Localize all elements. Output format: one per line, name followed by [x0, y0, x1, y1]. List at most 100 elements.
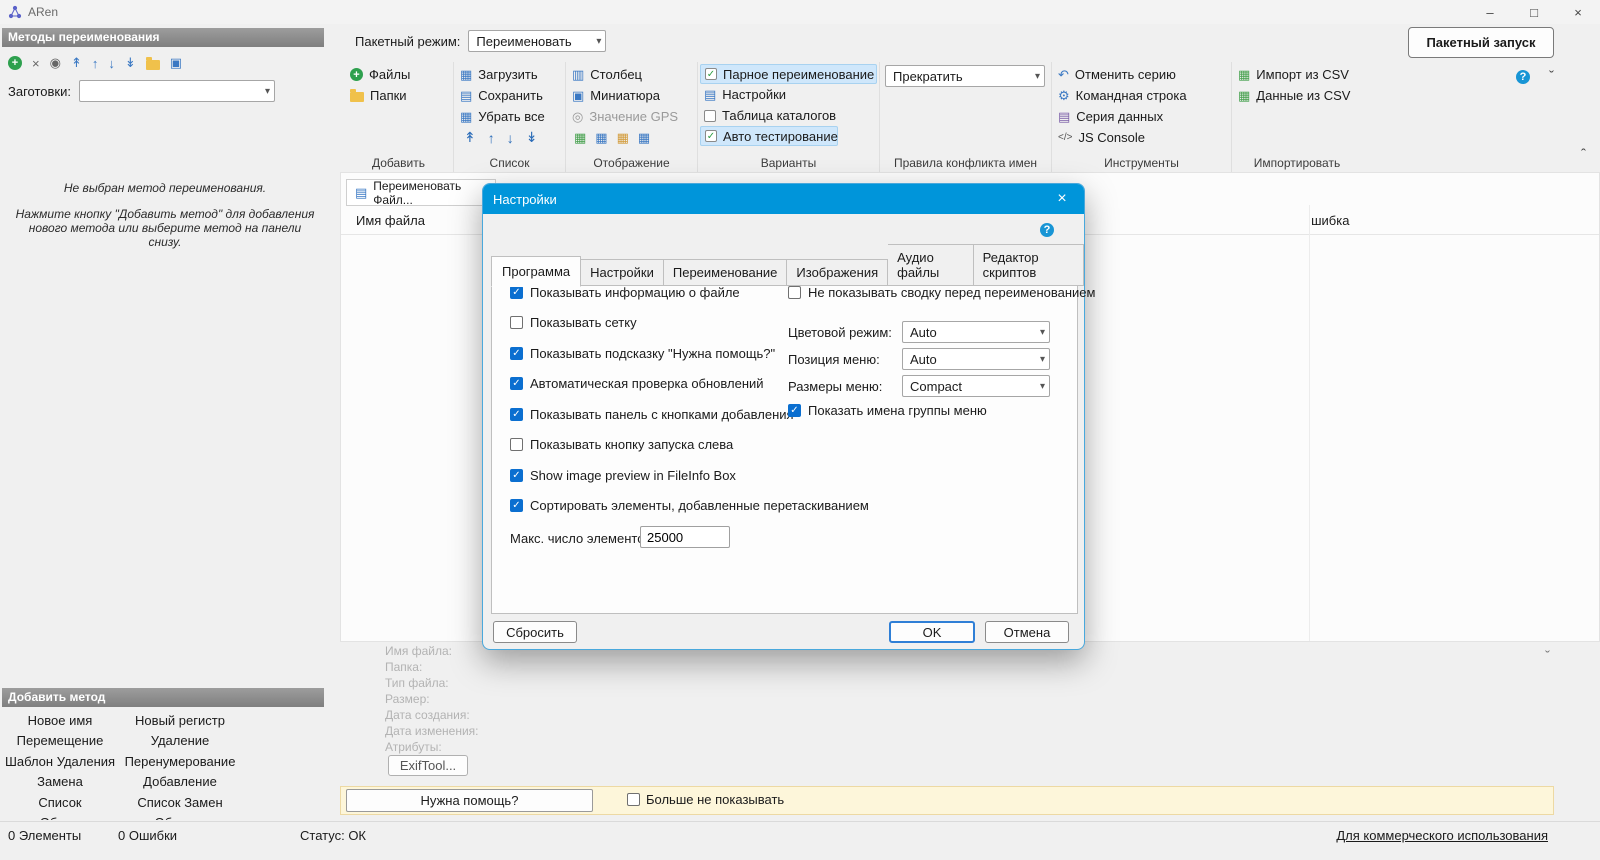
view-mode-tiles-icon[interactable]: ▦: [617, 131, 629, 144]
dialog-help-icon[interactable]: ?: [1040, 223, 1054, 237]
commercial-use-link[interactable]: Для коммерческого использования: [1336, 828, 1548, 843]
batch-run-button[interactable]: Пакетный запуск: [1408, 27, 1554, 58]
list-clear-button[interactable]: ▦ Убрать все: [454, 106, 565, 127]
methods-toolbar: + × ◉ ↟ ↑ ↓ ↡ ▣: [8, 52, 182, 74]
help-icon[interactable]: ?: [1516, 70, 1530, 84]
method-new-case[interactable]: Новый регистр: [120, 713, 240, 728]
checkbox-show-file-info[interactable]: ✓ Показывать информацию о файле: [510, 285, 740, 300]
method-list-item[interactable]: Список: [0, 795, 120, 810]
move-top-icon[interactable]: ↟: [464, 129, 476, 146]
checkbox-show-grid[interactable]: ✓ Показывать сетку: [510, 315, 637, 330]
checkbox-show-menu-group-names[interactable]: ✓ Показать имена группы меню: [788, 403, 987, 418]
folder-icon: [350, 89, 364, 102]
close-button[interactable]: ×: [1556, 0, 1600, 24]
pair-rename-toggle[interactable]: ✓ Парное переименование: [700, 64, 877, 84]
panel-collapse-icon[interactable]: ˇ: [1545, 648, 1550, 665]
add-folders-label: Папки: [370, 88, 407, 103]
move-up-icon[interactable]: ↑: [92, 56, 99, 71]
checkbox-sort-dragged-items[interactable]: ✓ Сортировать элементы, добавленные пере…: [510, 498, 869, 513]
dialog-close-button[interactable]: ×: [1040, 184, 1084, 214]
method-delete[interactable]: Удаление: [120, 733, 240, 748]
add-method-icon[interactable]: +: [8, 56, 22, 70]
checkbox-label: Показывать подсказку "Нужна помощь?": [530, 346, 776, 361]
remove-method-icon[interactable]: ×: [32, 56, 40, 71]
checkbox-auto-update-check[interactable]: ✓ Автоматическая проверка обновлений: [510, 376, 764, 391]
chevron-down-icon: ▾: [264, 85, 270, 97]
tab-rename-file[interactable]: ▤ Переименовать Файл...: [346, 179, 496, 207]
view-mode-table-icon[interactable]: ▦: [595, 131, 607, 144]
csv-import-button[interactable]: ▦ Импорт из CSV: [1232, 64, 1362, 85]
add-files-button[interactable]: + Файлы: [344, 64, 453, 85]
move-up-icon[interactable]: ↑: [488, 130, 495, 146]
presets-select[interactable]: ▾: [79, 80, 275, 102]
method-swap[interactable]: Обмен: [0, 815, 120, 820]
display-column-button[interactable]: ▥ Столбец: [566, 64, 697, 85]
tab-program[interactable]: Программа: [491, 256, 582, 287]
display-thumbnail-button[interactable]: ▣ Миниатюра: [566, 85, 697, 106]
tab-audio[interactable]: Аудио файлы: [888, 244, 974, 286]
window-controls: – □ ×: [1468, 0, 1600, 24]
chevron-down-icon: ▾: [1039, 353, 1045, 365]
method-replace[interactable]: Замена: [0, 774, 120, 789]
method-delete-pattern[interactable]: Шаблон Удаления: [0, 754, 120, 769]
method-renumber[interactable]: Перенумерование: [120, 754, 240, 769]
maximize-button[interactable]: □: [1512, 0, 1556, 24]
need-help-button[interactable]: Нужна помощь?: [346, 789, 593, 812]
exiftool-button[interactable]: ExifTool...: [388, 755, 468, 776]
reset-button[interactable]: Сбросить: [493, 621, 577, 643]
method-new-name[interactable]: Новое имя: [0, 713, 120, 728]
tab-renaming[interactable]: Переименование: [663, 259, 788, 286]
view-mode-grid-icon[interactable]: ▦: [574, 131, 586, 144]
variants-settings-button[interactable]: ▤ Настройки: [698, 84, 879, 105]
view-mode-details-icon[interactable]: ▦: [638, 131, 650, 144]
js-console-button[interactable]: </> JS Console: [1052, 127, 1231, 148]
max-items-input[interactable]: [640, 526, 730, 548]
tab-script-editor[interactable]: Редактор скриптов: [973, 244, 1084, 286]
save-methods-icon[interactable]: ▣: [170, 55, 182, 71]
dont-show-again-checkbox[interactable]: ✓ Больше не показывать: [627, 792, 784, 807]
color-mode-select[interactable]: Auto ▾: [902, 321, 1050, 343]
checkbox-show-help-hint[interactable]: ✓ Показывать подсказку "Нужна помощь?": [510, 346, 775, 361]
ribbon-collapse-icon[interactable]: ˆ: [1581, 146, 1586, 163]
tab-settings[interactable]: Настройки: [581, 259, 664, 286]
preview-icon[interactable]: ◉: [50, 55, 61, 71]
checkbox-run-button-left[interactable]: ✓ Показывать кнопку запуска слева: [510, 437, 733, 452]
method-move[interactable]: Перемещение: [0, 733, 120, 748]
csv-data-button[interactable]: ▦ Данные из CSV: [1232, 85, 1362, 106]
move-down-icon[interactable]: ↓: [507, 130, 514, 146]
checkbox-image-preview[interactable]: ✓ Show image preview in FileInfo Box: [510, 468, 736, 483]
tab-images[interactable]: Изображения: [787, 259, 889, 286]
display-gps-button[interactable]: ◎ Значение GPS: [566, 106, 697, 127]
command-line-button[interactable]: ⚙ Командная строка: [1052, 85, 1231, 106]
data-series-button[interactable]: ▤ Серия данных: [1052, 106, 1231, 127]
batch-mode-select[interactable]: Переименовать ▾: [468, 30, 607, 52]
method-replace-list[interactable]: Список Замен: [120, 795, 240, 810]
menu-position-select[interactable]: Auto ▾: [902, 348, 1050, 370]
catalog-table-toggle[interactable]: ✓ Таблица каталогов: [698, 105, 879, 126]
column-error[interactable]: Ошибка: [1311, 213, 1369, 228]
checkbox-show-add-buttons-panel[interactable]: ✓ Показывать панель с кнопками добавлени…: [510, 407, 794, 422]
checkbox-no-summary[interactable]: ✓ Не показывать сводку перед переименова…: [788, 285, 1095, 300]
checkbox-icon: ✓: [788, 286, 801, 299]
checkbox-label: Показывать сетку: [530, 315, 637, 330]
ok-button[interactable]: OK: [889, 621, 975, 643]
move-bottom-icon[interactable]: ↡: [125, 55, 136, 71]
method-add[interactable]: Добавление: [120, 774, 240, 789]
move-down-icon[interactable]: ↓: [108, 56, 115, 71]
conflict-rule-select[interactable]: Прекратить ▾: [885, 65, 1045, 87]
chevron-down-icon[interactable]: ˇ: [1549, 68, 1554, 85]
method-trim[interactable]: Обрезка: [120, 815, 240, 820]
move-bottom-icon[interactable]: ↡: [526, 129, 538, 146]
minimize-button[interactable]: –: [1468, 0, 1512, 24]
auto-test-toggle[interactable]: ✓ Авто тестирование: [700, 126, 838, 146]
add-folders-button[interactable]: Папки: [344, 85, 453, 106]
move-top-icon[interactable]: ↟: [71, 55, 82, 71]
column-divider[interactable]: [1309, 205, 1310, 641]
column-filename[interactable]: Имя файла: [356, 213, 425, 228]
list-load-button[interactable]: ▦ Загрузить: [454, 64, 565, 85]
menu-size-select[interactable]: Compact ▾: [902, 375, 1050, 397]
undo-series-button[interactable]: ↶ Отменить серию: [1052, 64, 1231, 85]
open-folder-icon[interactable]: [145, 56, 160, 70]
cancel-button[interactable]: Отмена: [985, 621, 1069, 643]
list-save-button[interactable]: ▤ Сохранить: [454, 85, 565, 106]
